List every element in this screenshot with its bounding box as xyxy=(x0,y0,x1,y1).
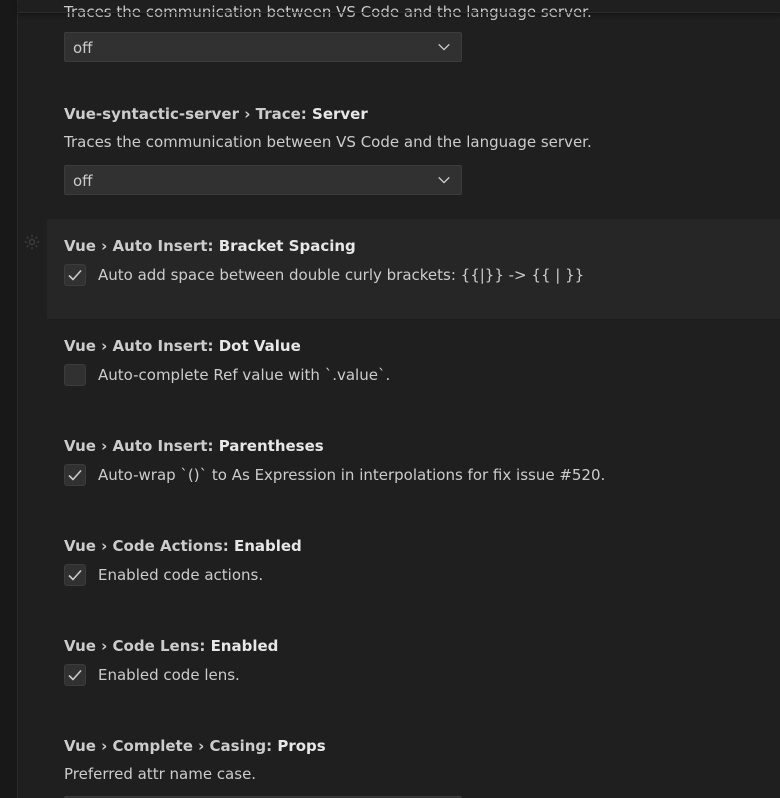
setting-title: Vue › Auto Insert: Bracket Spacing xyxy=(64,237,356,255)
checkbox-label: Auto-wrap `()` to As Expression in inter… xyxy=(98,466,606,484)
parentheses-checkbox[interactable] xyxy=(64,464,86,486)
setting-category: Vue › Auto Insert: xyxy=(64,237,219,255)
setting-bracket-spacing: Vue › Auto Insert: Bracket Spacing Auto … xyxy=(24,219,780,319)
syntactic-trace-dropdown[interactable]: off xyxy=(64,165,462,195)
editor-gutter xyxy=(0,0,18,798)
dropdown-value: off xyxy=(73,39,93,57)
checkbox-label: Auto add space between double curly brac… xyxy=(98,266,585,284)
setting-description: Traces the communication between VS Code… xyxy=(64,3,592,21)
setting-title: Vue › Code Actions: Enabled xyxy=(64,537,302,555)
setting-name: Enabled xyxy=(233,537,302,555)
checkbox-label: Auto-complete Ref value with `.value`. xyxy=(98,366,391,384)
code-lens-checkbox[interactable] xyxy=(64,664,86,686)
trace-server-dropdown[interactable]: off xyxy=(64,32,462,62)
setting-name: Server xyxy=(312,105,368,123)
setting-category: Vue › Auto Insert: xyxy=(64,437,219,455)
setting-category: Vue › Code Lens: xyxy=(64,637,211,655)
setting-name: Bracket Spacing xyxy=(218,237,356,255)
setting-name: Enabled xyxy=(210,637,279,655)
check-icon xyxy=(68,569,82,581)
setting-vue-syntactic-server-trace: Vue-syntactic-server › Trace: Server Tra… xyxy=(47,100,780,210)
setting-title: Vue-syntactic-server › Trace: Server xyxy=(64,105,368,123)
setting-dot-value: Vue › Auto Insert: Dot Value Auto-comple… xyxy=(47,319,780,419)
setting-code-lens: Vue › Code Lens: Enabled Enabled code le… xyxy=(47,619,780,719)
setting-parentheses: Vue › Auto Insert: Parentheses Auto-wrap… xyxy=(47,419,780,519)
setting-title: Vue › Complete › Casing: Props xyxy=(64,737,326,755)
setting-name: Dot Value xyxy=(218,337,301,355)
chevron-down-icon xyxy=(438,43,450,51)
setting-category: Vue › Auto Insert: xyxy=(64,337,219,355)
setting-vue-server-trace: Traces the communication between VS Code… xyxy=(47,0,780,80)
bracket-spacing-checkbox[interactable] xyxy=(64,264,86,286)
checkbox-label: Enabled code lens. xyxy=(98,666,240,684)
setting-title: Vue › Auto Insert: Parentheses xyxy=(64,437,324,455)
dropdown-value: off xyxy=(73,172,93,190)
check-icon xyxy=(68,269,82,281)
setting-code-actions: Vue › Code Actions: Enabled Enabled code… xyxy=(47,519,780,619)
setting-category: Vue › Complete › Casing: xyxy=(64,737,278,755)
gear-icon[interactable] xyxy=(23,233,41,251)
setting-description: Traces the communication between VS Code… xyxy=(64,133,592,151)
setting-casing-props: Vue › Complete › Casing: Props Preferred… xyxy=(47,719,780,798)
code-actions-checkbox[interactable] xyxy=(64,564,86,586)
setting-name: Parentheses xyxy=(218,437,324,455)
check-icon xyxy=(68,669,82,681)
setting-title: Vue › Code Lens: Enabled xyxy=(64,637,278,655)
checkbox-label: Enabled code actions. xyxy=(98,566,264,584)
setting-name: Props xyxy=(277,737,326,755)
setting-category: Vue › Code Actions: xyxy=(64,537,234,555)
setting-category: Vue-syntactic-server › Trace: xyxy=(64,105,313,123)
setting-description: Preferred attr name case. xyxy=(64,765,257,783)
check-icon xyxy=(68,469,82,481)
chevron-down-icon xyxy=(438,176,450,184)
setting-title: Vue › Auto Insert: Dot Value xyxy=(64,337,301,355)
dot-value-checkbox[interactable] xyxy=(64,364,86,386)
